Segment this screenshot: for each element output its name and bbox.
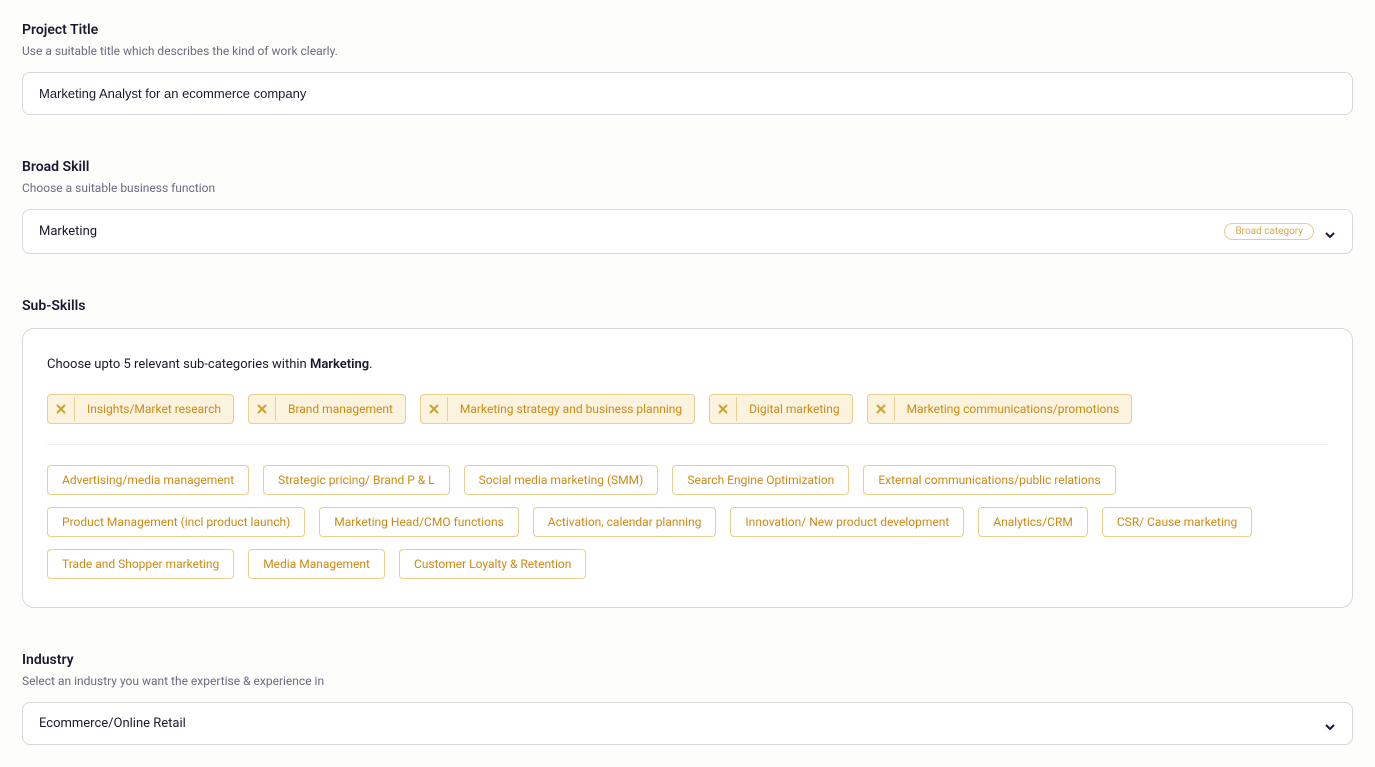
available-skill-chip[interactable]: Strategic pricing/ Brand P & L [263, 465, 450, 495]
available-skill-chip[interactable]: Product Management (incl product launch) [47, 507, 305, 537]
industry-value: Ecommerce/Online Retail [39, 716, 1324, 731]
skill-chip-label: Brand management [276, 395, 405, 423]
available-skill-chip[interactable]: Analytics/CRM [978, 507, 1088, 537]
broad-skill-label: Broad Skill [22, 159, 1353, 175]
available-skill-chip[interactable]: Customer Loyalty & Retention [399, 549, 586, 579]
available-skill-chip[interactable]: Media Management [248, 549, 385, 579]
chevron-down-icon [1324, 718, 1336, 730]
project-title-section: Project Title Use a suitable title which… [22, 22, 1353, 115]
sub-skills-prompt-suffix: . [369, 357, 372, 372]
industry-label: Industry [22, 652, 1353, 668]
broad-category-badge: Broad category [1224, 223, 1314, 240]
project-title-input[interactable] [22, 72, 1353, 115]
selected-skill-chip[interactable]: Insights/Market research [47, 394, 234, 424]
available-skill-chip[interactable]: Activation, calendar planning [533, 507, 717, 537]
available-skill-chip[interactable]: External communications/public relations [863, 465, 1115, 495]
sub-skills-prompt-prefix: Choose upto 5 relevant sub-categories wi… [47, 357, 310, 372]
available-skill-chip[interactable]: Advertising/media management [47, 465, 249, 495]
available-skill-chip[interactable]: Search Engine Optimization [672, 465, 849, 495]
sub-skills-prompt: Choose upto 5 relevant sub-categories wi… [47, 357, 1328, 372]
broad-skill-value: Marketing [39, 224, 1224, 239]
skill-chip-label: Insights/Market research [75, 395, 233, 423]
selected-skill-chip[interactable]: Marketing communications/promotions [867, 394, 1133, 424]
broad-skill-subtitle: Choose a suitable business function [22, 181, 1353, 195]
broad-skill-section: Broad Skill Choose a suitable business f… [22, 159, 1353, 254]
sub-skills-container: Choose upto 5 relevant sub-categories wi… [22, 328, 1353, 608]
close-icon[interactable] [48, 397, 75, 421]
industry-section: Industry Select an industry you want the… [22, 652, 1353, 745]
sub-skills-section: Sub-Skills Choose upto 5 relevant sub-ca… [22, 298, 1353, 608]
industry-select[interactable]: Ecommerce/Online Retail [22, 702, 1353, 745]
project-title-subtitle: Use a suitable title which describes the… [22, 44, 1353, 58]
close-icon[interactable] [710, 397, 737, 421]
chevron-down-icon [1324, 226, 1336, 238]
close-icon[interactable] [249, 397, 276, 421]
close-icon[interactable] [421, 397, 448, 421]
skill-chip-label: Marketing strategy and business planning [448, 395, 694, 423]
available-skill-chip[interactable]: Trade and Shopper marketing [47, 549, 234, 579]
available-skill-chip[interactable]: Innovation/ New product development [730, 507, 964, 537]
skill-chip-label: Marketing communications/promotions [895, 395, 1132, 423]
available-tags-row: Advertising/media management Strategic pr… [47, 465, 1328, 579]
selected-tags-row: Insights/Market research Brand management… [47, 394, 1328, 445]
available-skill-chip[interactable]: Marketing Head/CMO functions [319, 507, 518, 537]
selected-skill-chip[interactable]: Brand management [248, 394, 406, 424]
available-skill-chip[interactable]: CSR/ Cause marketing [1102, 507, 1252, 537]
available-skill-chip[interactable]: Social media marketing (SMM) [464, 465, 659, 495]
project-title-label: Project Title [22, 22, 1353, 38]
selected-skill-chip[interactable]: Digital marketing [709, 394, 852, 424]
sub-skills-label: Sub-Skills [22, 298, 1353, 314]
skill-chip-label: Digital marketing [737, 395, 851, 423]
industry-subtitle: Select an industry you want the expertis… [22, 674, 1353, 688]
broad-skill-select[interactable]: Marketing Broad category [22, 209, 1353, 254]
selected-skill-chip[interactable]: Marketing strategy and business planning [420, 394, 695, 424]
sub-skills-prompt-strong: Marketing [310, 357, 369, 372]
close-icon[interactable] [868, 397, 895, 421]
